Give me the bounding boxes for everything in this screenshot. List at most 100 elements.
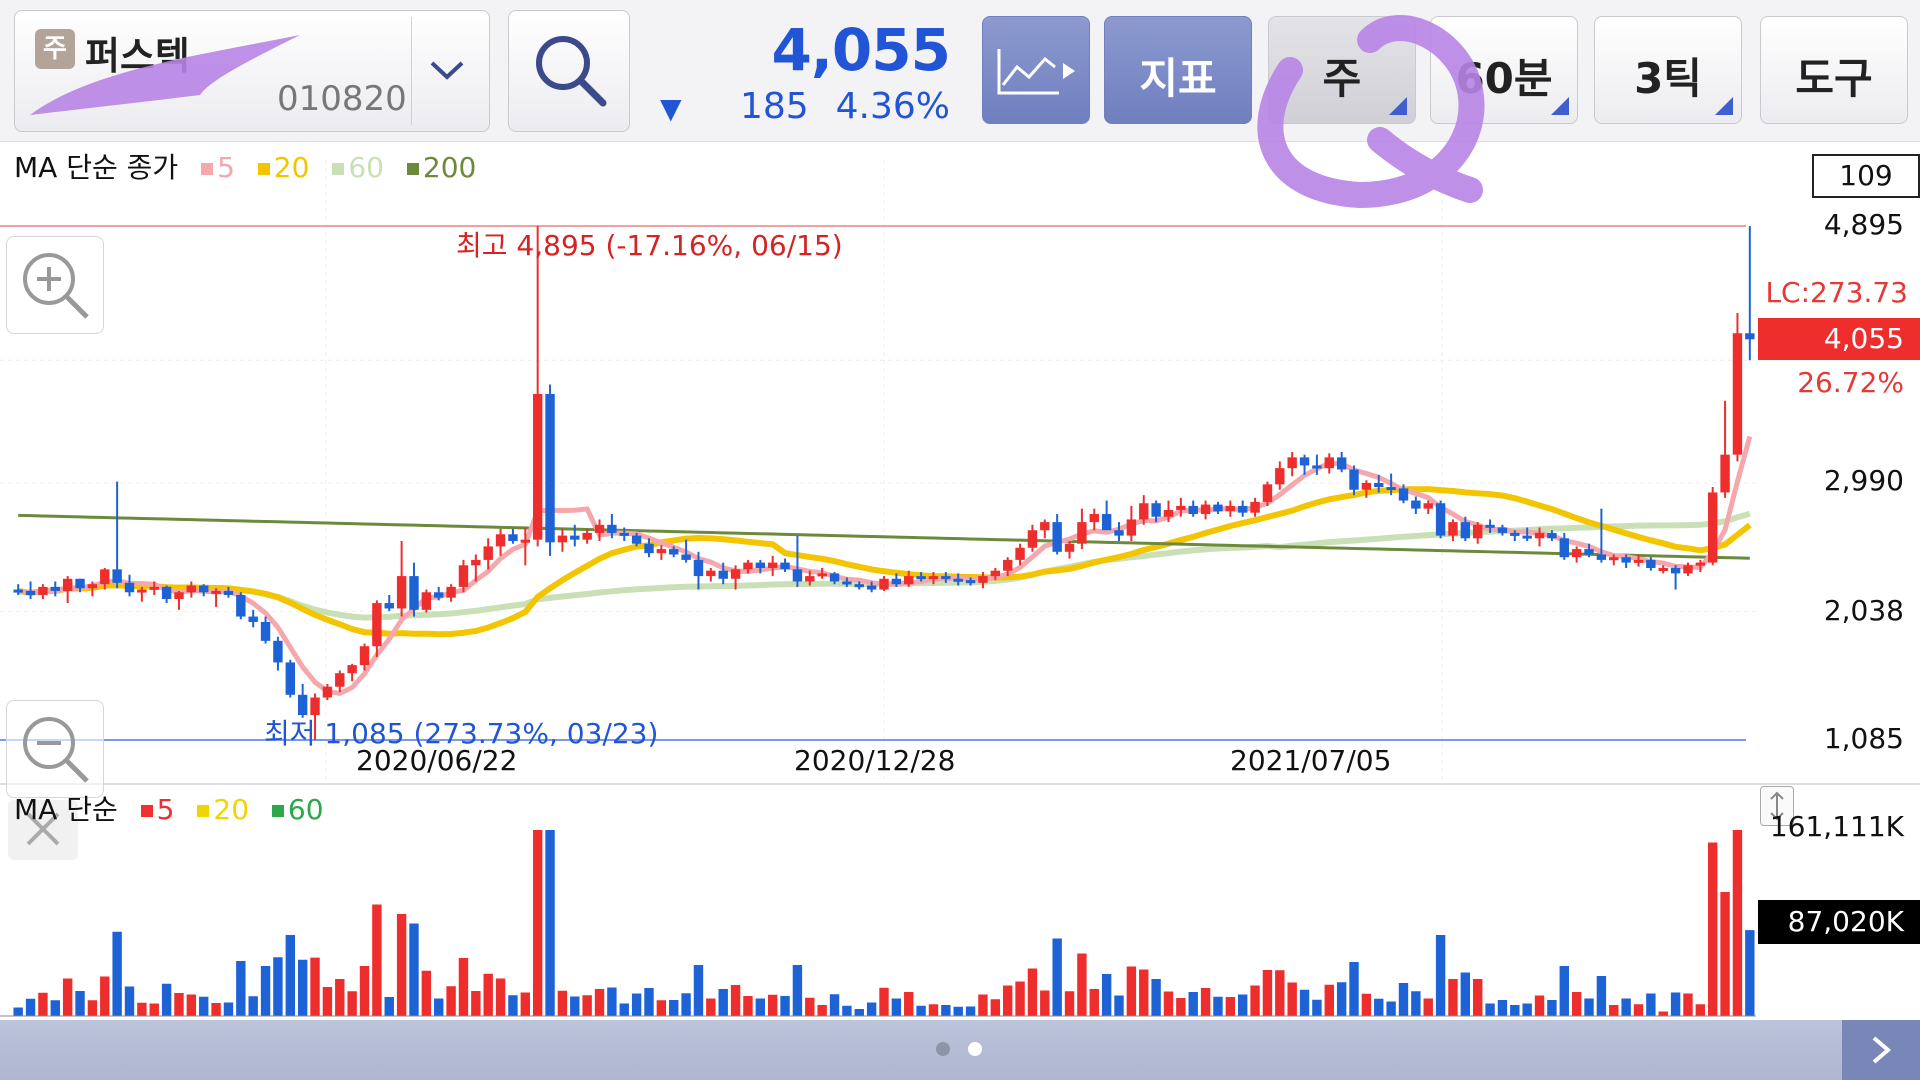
volume-bar — [681, 993, 691, 1016]
volume-bar — [743, 996, 753, 1016]
volume-bar — [854, 1009, 864, 1016]
volume-bar — [730, 985, 741, 1016]
zoom-in-icon — [23, 253, 89, 319]
candle-body — [1658, 567, 1668, 571]
candle-body — [1596, 554, 1607, 560]
candle-body — [718, 570, 728, 579]
candle-body — [792, 569, 803, 582]
candle-body — [1002, 559, 1013, 571]
candle-body — [471, 559, 481, 566]
volume-bar — [1374, 998, 1384, 1016]
volume-bar — [372, 904, 382, 1016]
current-price-tag: 4,055 — [1758, 318, 1920, 360]
candle-body — [1398, 488, 1409, 501]
candle-body — [879, 578, 889, 590]
candle-body — [520, 539, 531, 543]
candle-body — [1510, 532, 1520, 536]
volume-bar — [137, 1002, 147, 1016]
volume-bar — [842, 1005, 852, 1016]
candle-body — [669, 549, 679, 555]
volume-bar — [1213, 996, 1223, 1016]
candle-body — [260, 621, 271, 641]
volume-bar — [1336, 982, 1347, 1016]
volume-bar — [978, 994, 988, 1016]
candle-body — [359, 646, 370, 666]
volume-bar — [1670, 992, 1681, 1016]
volume-bar — [1250, 985, 1260, 1016]
candle-body — [347, 665, 357, 674]
volume-bar — [50, 1000, 60, 1016]
candle-body — [1485, 524, 1495, 528]
volume-bar — [471, 991, 481, 1016]
candle-body — [384, 603, 394, 609]
volume-bar — [1361, 993, 1372, 1016]
candle-body — [1064, 543, 1075, 552]
volume-bar — [75, 991, 85, 1016]
candle-body — [446, 586, 456, 598]
volume-bar — [1460, 972, 1471, 1016]
volume-bar — [532, 830, 543, 1016]
volume-bar — [62, 978, 73, 1016]
candle-body — [236, 594, 246, 617]
volume-bar — [396, 914, 407, 1016]
candle-body — [434, 592, 444, 598]
volume-bar — [866, 1002, 877, 1016]
volume-bar — [285, 935, 295, 1016]
candle-body — [75, 578, 85, 589]
volume-bar — [434, 998, 444, 1016]
page-indicator-bar — [0, 1020, 1920, 1080]
candle-body — [817, 573, 827, 577]
trading-chart-app: 주 퍼스텍 010820 4,055 ▼ 185 4.36% 지표 주 60분 … — [0, 0, 1920, 1080]
candle-body — [557, 535, 568, 543]
candle-body — [285, 662, 295, 695]
candle-body — [1732, 333, 1743, 455]
volume-bar — [409, 923, 419, 1016]
volume-bar — [1002, 985, 1013, 1016]
volume-bar — [1225, 997, 1236, 1016]
volume-bar — [1237, 994, 1248, 1016]
volume-bar — [1349, 962, 1359, 1016]
chevron-right-icon — [1872, 1036, 1892, 1064]
candle-body — [1708, 492, 1718, 563]
volume-bar — [1435, 935, 1446, 1016]
volume-bar — [1077, 953, 1087, 1016]
volume-bar — [211, 1003, 221, 1016]
candle-body — [161, 586, 172, 600]
candle-body — [965, 580, 976, 584]
volume-bar — [1423, 998, 1433, 1016]
candle-body — [1250, 501, 1260, 513]
volume-bar — [780, 996, 790, 1016]
volume-bar — [273, 957, 283, 1016]
page-dot-active[interactable] — [968, 1042, 982, 1056]
volume-bar — [669, 1000, 679, 1016]
volume-bar — [124, 986, 135, 1016]
zoom-out-button[interactable] — [6, 700, 104, 798]
volume-bar — [87, 1000, 98, 1016]
candle-body — [1324, 457, 1334, 469]
volume-bar — [1275, 970, 1285, 1016]
volume-bar — [1658, 1011, 1668, 1016]
volume-bar — [508, 995, 518, 1016]
candle-body — [1040, 522, 1050, 531]
candle-body — [1621, 557, 1631, 563]
volume-bar — [582, 995, 592, 1016]
candle-body — [1225, 505, 1236, 512]
volume-bar — [1473, 979, 1483, 1016]
candle-body — [1423, 503, 1433, 509]
candle-body — [508, 534, 518, 542]
candle-body — [372, 603, 382, 647]
candle-body — [38, 586, 48, 595]
next-page-button[interactable] — [1842, 1020, 1920, 1080]
candle-body — [941, 576, 951, 580]
zoom-in-button[interactable] — [6, 236, 104, 334]
candle-body — [916, 576, 926, 580]
candle-body — [1361, 483, 1372, 490]
candle-body — [891, 578, 902, 585]
volume-bar — [1312, 999, 1322, 1016]
candle-body — [842, 581, 852, 585]
candlestick-chart[interactable] — [0, 0, 1920, 1020]
page-dot[interactable] — [936, 1042, 950, 1056]
candle-body — [582, 532, 592, 540]
candle-body — [1745, 333, 1755, 340]
candle-body — [1720, 454, 1730, 493]
